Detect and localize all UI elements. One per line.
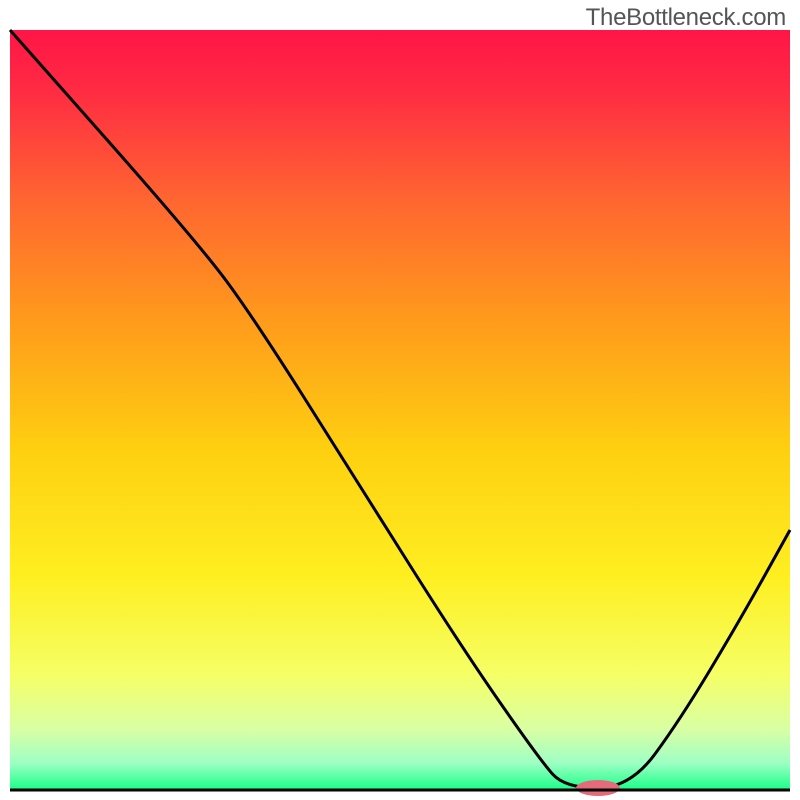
plot-background	[10, 30, 790, 790]
chart-svg	[0, 0, 800, 800]
optimal-marker	[576, 780, 620, 796]
chart-wrapper: TheBottleneck.com	[0, 0, 800, 800]
